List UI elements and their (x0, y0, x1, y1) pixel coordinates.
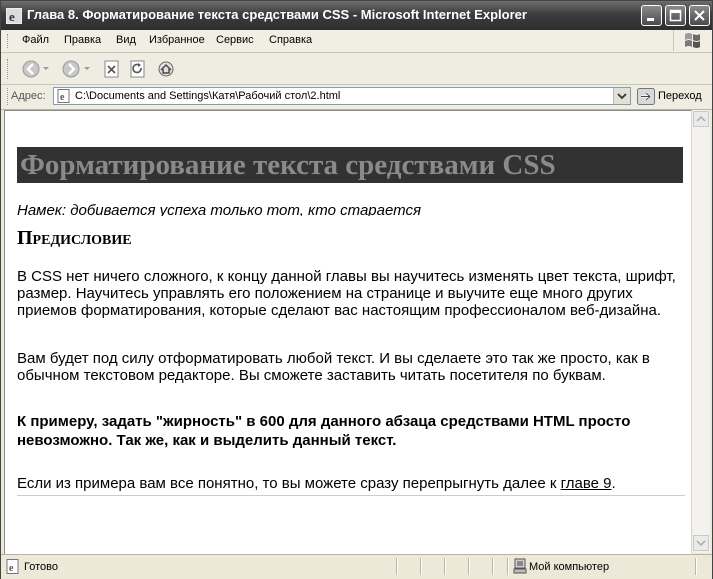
page-icon: e (57, 89, 70, 103)
menu-help[interactable]: Справка (269, 34, 312, 46)
close-icon (694, 10, 705, 21)
zone-text: Мой компьютер (529, 561, 610, 573)
forward-arrow-icon[interactable] (61, 59, 81, 79)
status-separator (695, 558, 697, 575)
minimize-button[interactable] (641, 5, 662, 26)
menu-file[interactable]: Файл (22, 34, 49, 46)
menu-tools[interactable]: Сервис (216, 34, 254, 46)
status-separator (444, 558, 446, 575)
status-separator (507, 558, 509, 575)
status-text: Готово (24, 561, 58, 573)
page-heading: Форматирование текста средствами CSS (17, 147, 683, 183)
paragraph-4: Если из примера вам все понятно, то вы м… (17, 475, 689, 492)
status-separator (396, 558, 398, 575)
address-label: Адрес: (11, 90, 46, 102)
scroll-up-icon (696, 115, 706, 122)
menu-view[interactable]: Вид (116, 34, 136, 46)
window-title: Глава 8. Форматирование текста средствам… (27, 7, 527, 22)
toolbar-grip[interactable] (7, 59, 11, 79)
address-dropdown-button[interactable] (613, 88, 630, 104)
address-bar: Адрес: e C:\Documents and Settings\Катя\… (1, 85, 712, 110)
menu-favorites[interactable]: Избранное (149, 34, 205, 46)
menu-edit[interactable]: Правка (64, 34, 101, 46)
status-separator (468, 558, 470, 575)
page-content: Форматирование текста средствами CSS Нам… (4, 110, 692, 554)
browser-window: e Глава 8. Форматирование текста средств… (0, 0, 713, 579)
menu-grip[interactable] (7, 34, 11, 48)
motto-text: Намек: добивается успеха только тот, кто… (17, 202, 421, 216)
svg-text:e: e (9, 9, 15, 24)
status-separator (492, 558, 494, 575)
windows-logo (673, 30, 712, 51)
address-url[interactable]: C:\Documents and Settings\Катя\Рабочий с… (75, 90, 340, 102)
vertical-scrollbar[interactable] (691, 110, 710, 553)
motto-container: Намек: добивается успеха только тот, кто… (17, 201, 677, 216)
scroll-down-button[interactable] (693, 535, 709, 551)
title-bar[interactable]: e Глава 8. Форматирование текста средств… (1, 1, 712, 30)
chevron-down-icon (617, 93, 627, 100)
minimize-icon (647, 18, 654, 21)
go-arrow-icon[interactable] (637, 88, 655, 105)
horizontal-rule (17, 495, 685, 496)
svg-text:e: e (9, 563, 14, 574)
paragraph-4-text: Если из примера вам все понятно, то вы м… (17, 475, 561, 492)
my-computer-icon (513, 558, 527, 574)
menu-bar: Файл Правка Вид Избранное Сервис Справка (1, 30, 712, 53)
home-icon[interactable] (156, 59, 176, 79)
back-arrow-icon[interactable] (21, 59, 41, 79)
paragraph-3-bold: К примеру, задать "жирность" в 600 для д… (17, 413, 631, 449)
status-bar: e Готово Мой компьютер (1, 554, 712, 579)
stop-icon[interactable] (102, 59, 122, 79)
scroll-down-icon (696, 540, 706, 547)
toolbar (1, 53, 712, 85)
refresh-icon[interactable] (128, 59, 148, 79)
go-label[interactable]: Переход (658, 90, 702, 102)
page-done-icon: e (6, 559, 19, 574)
section-heading: Предисловие (17, 227, 132, 249)
chapter-9-link[interactable]: главе 9 (561, 475, 612, 492)
status-separator (420, 558, 422, 575)
paragraph-4-end: . (611, 475, 616, 492)
paragraph-1: В CSS нет ничего сложного, к концу данно… (17, 268, 676, 319)
scroll-up-button[interactable] (693, 111, 709, 127)
back-dropdown-icon[interactable] (43, 67, 49, 71)
forward-dropdown-icon[interactable] (84, 67, 90, 71)
maximize-icon (669, 9, 682, 22)
paragraph-2: Вам будет под силу отформатировать любой… (17, 350, 650, 384)
maximize-button[interactable] (665, 5, 686, 26)
close-button[interactable] (689, 5, 710, 26)
ie-logo-icon: e (6, 8, 22, 24)
address-input[interactable]: e C:\Documents and Settings\Катя\Рабочий… (53, 87, 631, 105)
svg-text:e: e (60, 92, 65, 103)
windows-flag-icon (685, 33, 700, 48)
